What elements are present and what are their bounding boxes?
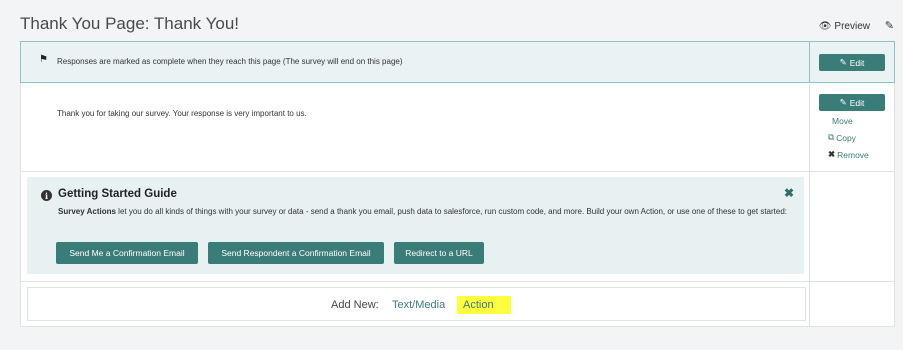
completion-row[interactable]: ⚑ Responses are marked as complete when … [20,41,895,83]
guide-row: i Getting Started Guide ✖ Survey Actions… [21,172,894,282]
edit-label: Edit [849,57,865,68]
completion-row-content: ⚑ Responses are marked as complete when … [21,42,809,82]
message-row[interactable]: Thank you for taking our survey. Your re… [21,84,894,172]
copy-icon: ⧉ [828,132,835,142]
redirect-url-button[interactable]: Redirect to a URL [394,242,484,264]
page-header: Thank You Page: Thank You! 👁 Preview ✎ [20,12,896,38]
add-new-box: Add New: Text/Media Action [27,287,806,321]
add-new-row: Add New: Text/Media Action [21,282,894,326]
pencil-icon: ✎ [839,57,847,67]
completion-row-actions: ✎ Edit [809,42,894,82]
message-text: Thank you for taking our survey. Your re… [57,109,307,118]
move-link[interactable]: Move [832,116,853,126]
remove-label: Remove [837,149,869,160]
pencil-icon[interactable]: ✎ [885,19,894,32]
guide-title: Getting Started Guide [58,188,177,200]
guide-description: Survey Actions let you do all kinds of t… [58,205,788,218]
page-panel: ⚑ Responses are marked as complete when … [20,41,895,327]
eye-icon: 👁 [818,21,832,32]
remove-icon: ✖ [828,149,836,159]
pencil-icon: ✎ [839,97,847,107]
edit-button[interactable]: ✎ Edit [819,94,885,111]
edit-button[interactable]: ✎ Edit [819,54,885,71]
copy-link[interactable]: ⧉ Copy [828,132,856,143]
copy-label: Copy [836,132,856,143]
add-action-link[interactable]: Action [457,296,511,314]
remove-link[interactable]: ✖ Remove [828,149,869,160]
move-label: Move [832,116,853,126]
guide-desc-bold: Survey Actions [58,207,116,216]
edit-label: Edit [849,97,865,108]
flag-icon: ⚑ [39,54,48,65]
completion-text: Responses are marked as complete when th… [57,57,403,66]
info-icon: i [41,190,52,201]
message-row-content: Thank you for taking our survey. Your re… [21,84,809,171]
page-title: Thank You Page: Thank You! [20,14,239,33]
add-new-row-side [809,282,894,326]
message-row-actions: ✎ Edit Move ⧉ Copy ✖ Remove [809,84,894,171]
guide-row-side [809,172,894,281]
guide-desc-text: let you do all kinds of things with your… [115,207,787,216]
add-text-media-link[interactable]: Text/Media [392,299,445,311]
preview-label: Preview [834,21,870,32]
getting-started-guide: i Getting Started Guide ✖ Survey Actions… [27,177,804,274]
preview-link[interactable]: 👁 Preview [819,21,870,32]
add-new-label: Add New: [331,299,379,311]
close-icon[interactable]: ✖ [784,186,794,200]
send-me-confirmation-button[interactable]: Send Me a Confirmation Email [56,242,198,264]
send-respondent-confirmation-button[interactable]: Send Respondent a Confirmation Email [208,242,384,264]
